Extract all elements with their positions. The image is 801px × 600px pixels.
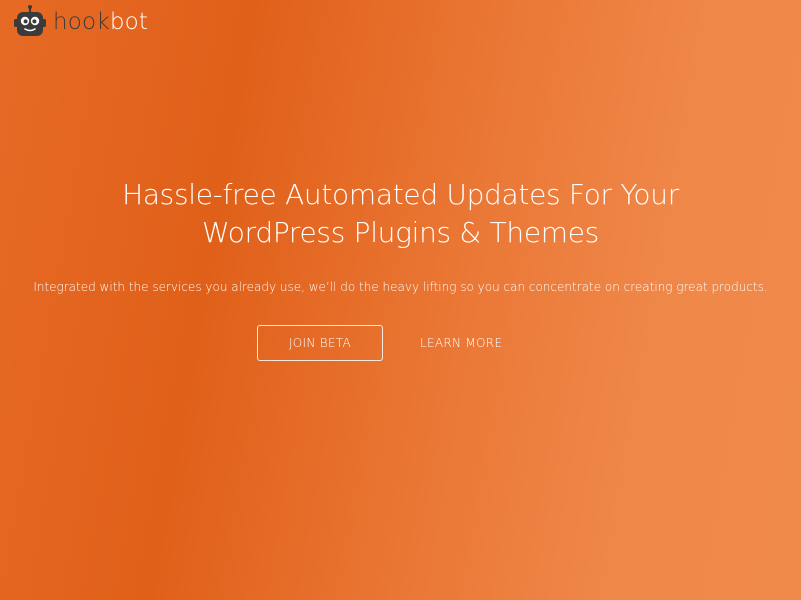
logo-link[interactable]: hookbot	[12, 4, 148, 40]
brand-name-suffix: bot	[109, 8, 149, 35]
hero-subline: Integrated with the services you already…	[33, 280, 768, 294]
join-beta-button[interactable]: JOIN BETA	[257, 325, 383, 361]
site-header: hookbot	[12, 4, 148, 40]
robot-icon	[14, 5, 46, 36]
learn-more-link[interactable]: LEARN MORE	[420, 336, 502, 350]
brand-name: hookbot	[53, 8, 149, 35]
hero-actions: JOIN BETA LEARN MORE	[257, 325, 502, 361]
hero-headline: Hassle-free Automated Updates For Your W…	[122, 178, 679, 249]
brand-name-prefix: hook	[53, 8, 110, 35]
hero-section: Hassle-free Automated Updates For Your W…	[0, 176, 801, 296]
